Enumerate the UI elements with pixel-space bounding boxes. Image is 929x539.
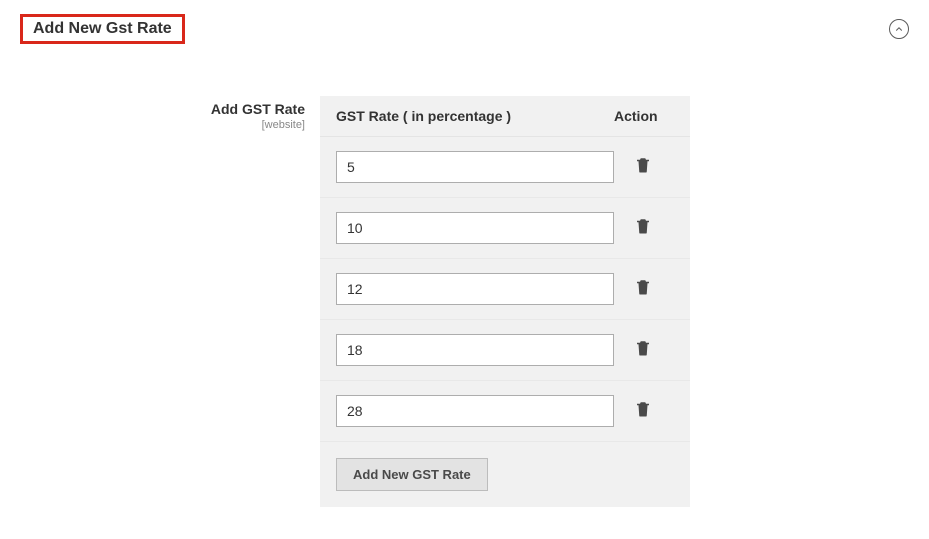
trash-icon[interactable]: [634, 277, 652, 297]
table-row: [320, 320, 690, 381]
trash-icon[interactable]: [634, 338, 652, 358]
gst-rate-input[interactable]: [336, 395, 614, 427]
action-cell: [614, 155, 674, 180]
action-cell: [614, 399, 674, 424]
trash-icon[interactable]: [634, 155, 652, 175]
column-header-action: Action: [614, 108, 674, 124]
gst-rate-input[interactable]: [336, 212, 614, 244]
table-row: [320, 137, 690, 198]
action-cell: [614, 338, 674, 363]
page-title-highlight-box: Add New Gst Rate: [20, 14, 185, 44]
table-header: GST Rate ( in percentage ) Action: [320, 96, 690, 137]
label-column: Add GST Rate [website]: [20, 96, 320, 507]
gst-rate-table: GST Rate ( in percentage ) Action: [320, 96, 690, 507]
table-row: [320, 259, 690, 320]
content-row: Add GST Rate [website] GST Rate ( in per…: [0, 58, 929, 507]
column-header-rate: GST Rate ( in percentage ): [336, 108, 614, 124]
add-gst-rate-button[interactable]: Add New GST Rate: [336, 458, 488, 491]
gst-rate-input[interactable]: [336, 273, 614, 305]
action-cell: [614, 216, 674, 241]
action-cell: [614, 277, 674, 302]
field-label: Add GST Rate: [20, 101, 305, 117]
table-footer: Add New GST Rate: [320, 442, 690, 507]
panel-header: Add New Gst Rate: [0, 0, 929, 58]
chevron-up-icon: [894, 24, 904, 34]
gst-rate-input[interactable]: [336, 151, 614, 183]
trash-icon[interactable]: [634, 216, 652, 236]
trash-icon[interactable]: [634, 399, 652, 419]
collapse-toggle[interactable]: [889, 19, 909, 39]
gst-rate-input[interactable]: [336, 334, 614, 366]
field-scope: [website]: [20, 119, 305, 131]
table-row: [320, 198, 690, 259]
table-row: [320, 381, 690, 442]
page-title: Add New Gst Rate: [33, 20, 172, 38]
